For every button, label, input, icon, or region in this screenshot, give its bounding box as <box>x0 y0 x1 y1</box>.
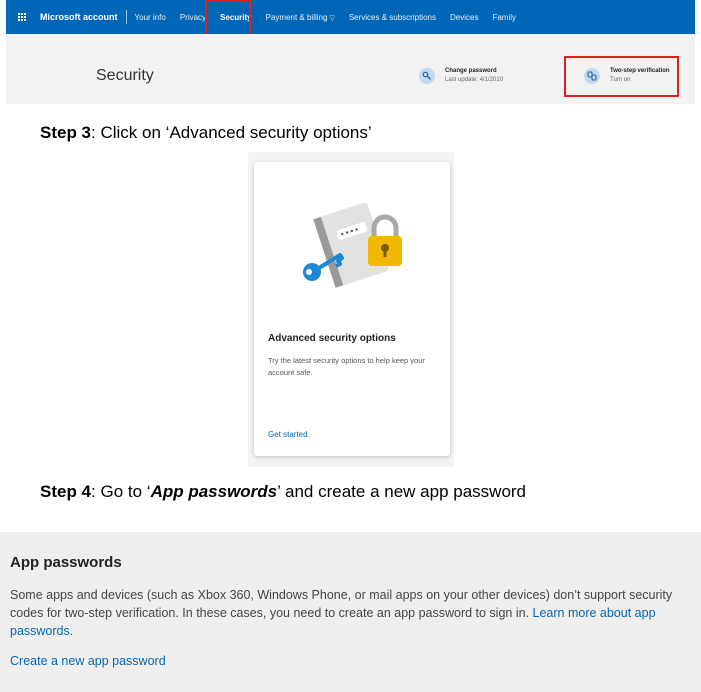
nav-item-devices[interactable]: Devices <box>450 13 478 22</box>
app-passwords-heading: App passwords <box>10 554 122 571</box>
step-3-instruction: Step 3: Click on ‘Advanced security opti… <box>40 123 372 143</box>
card-title: Advanced security options <box>268 333 396 344</box>
step-4-text-before: : Go to ‘ <box>91 482 151 501</box>
step-4-instruction: Step 4: Go to ‘App passwords’ and create… <box>40 482 526 502</box>
nav-item-your-info[interactable]: Your info <box>135 13 166 22</box>
card-description: Try the latest security options to help … <box>268 356 425 377</box>
app-passwords-section: App passwords Some apps and devices (suc… <box>0 532 701 692</box>
advanced-security-card[interactable]: Advanced security options Try the latest… <box>254 162 450 456</box>
step-3-text: : Click on ‘Advanced security options’ <box>91 123 372 142</box>
change-password-subtitle: Last update: 4/1/2010 <box>445 77 504 83</box>
security-illustration-icon <box>303 202 402 288</box>
chevron-down-icon: ▽ <box>329 14 335 22</box>
nav-item-privacy[interactable]: Privacy <box>180 13 206 22</box>
nav-item-family[interactable]: Family <box>492 13 516 22</box>
step-4-emphasis: App passwords <box>150 482 278 501</box>
brand-link[interactable]: Microsoft account <box>40 12 118 22</box>
change-password-action[interactable]: Change password Last update: 4/1/2010 <box>419 67 503 85</box>
change-password-title: Change password <box>445 68 497 74</box>
step-4-text-after: ’ and create a new app password <box>277 482 527 501</box>
top-nav-bar: Microsoft account Your info Privacy Secu… <box>6 0 695 34</box>
app-launcher-icon[interactable] <box>18 13 26 21</box>
nav-item-payment-label: Payment & billing <box>265 12 328 22</box>
step-3-label: Step 3 <box>40 123 92 142</box>
step-4-label: Step 4 <box>40 482 92 501</box>
app-passwords-description: Some apps and devices (such as Xbox 360,… <box>10 586 690 640</box>
nav-item-payment-billing[interactable]: Payment & billing ▽ <box>266 13 335 22</box>
nav-divider <box>125 10 127 24</box>
highlight-box-two-step <box>564 56 679 97</box>
key-icon <box>419 68 435 84</box>
nav-item-services[interactable]: Services & subscriptions <box>349 13 436 22</box>
get-started-link[interactable]: Get started <box>268 430 308 439</box>
page-title: Security <box>96 67 154 84</box>
create-app-password-link[interactable]: Create a new app password <box>10 654 166 668</box>
